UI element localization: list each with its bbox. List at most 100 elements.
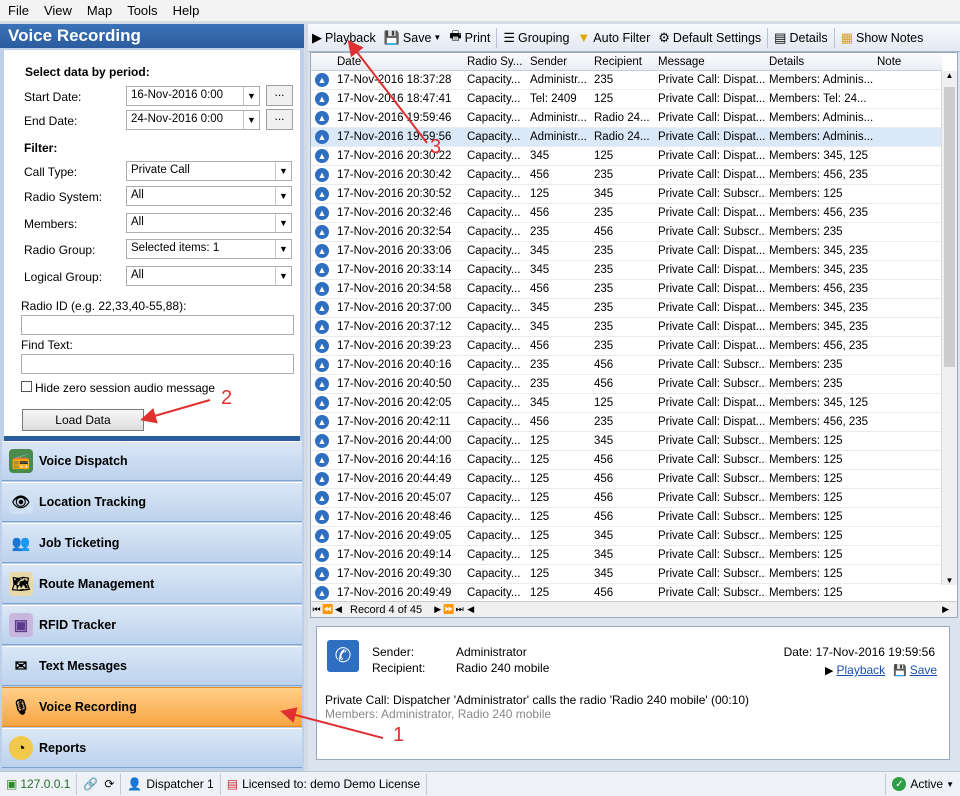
chevron-down-icon[interactable]: ▼ [243, 87, 259, 105]
column-header-sender[interactable]: Sender [530, 56, 567, 68]
end-date-ellipsis-button[interactable]: ... [266, 109, 293, 130]
table-row[interactable]: ▲ 17-Nov-2016 20:42:11 Capacity... 456 235 Pr… [311, 413, 942, 432]
chevron-down-icon[interactable]: ▼ [275, 240, 291, 258]
load-data-button[interactable]: Load Data [22, 409, 144, 431]
column-header-recipient[interactable]: Recipient [594, 56, 642, 68]
network-status[interactable]: 🔗 ⟳ [77, 773, 122, 795]
table-row[interactable]: ▲ 17-Nov-2016 20:42:05 Capacity... 345 125 Pr… [311, 394, 942, 413]
table-row[interactable]: ▲ 17-Nov-2016 20:37:00 Capacity... 345 235 Pr… [311, 299, 942, 318]
scroll-left-icon[interactable]: ◀ [465, 604, 476, 615]
scrollbar-thumb[interactable] [944, 87, 955, 367]
table-row[interactable]: ▲ 17-Nov-2016 20:40:16 Capacity... 235 456 Pr… [311, 356, 942, 375]
previous-page-icon[interactable]: ⏪ [322, 604, 333, 615]
nav-voice-dispatch[interactable]: 📻 Voice Dispatch [2, 441, 302, 481]
table-row[interactable]: ▲ 17-Nov-2016 19:59:46 Capacity... Administ… [311, 109, 942, 128]
table-row[interactable]: ▲ 17-Nov-2016 18:47:41 Capacity... Tel: 240… [311, 90, 942, 109]
column-header-message[interactable]: Message [658, 56, 705, 68]
table-row[interactable]: ▲ 17-Nov-2016 20:44:16 Capacity... 125 456 Pr… [311, 451, 942, 470]
table-row[interactable]: ▲ 17-Nov-2016 20:49:14 Capacity... 125 345 Pr… [311, 546, 942, 565]
start-date-ellipsis-button[interactable]: ... [266, 85, 293, 106]
active-status[interactable]: ✓ Active ▼ [885, 773, 960, 795]
end-date-picker[interactable]: 24-Nov-2016 0:00 ▼ [126, 110, 260, 130]
table-row[interactable]: ▲ 17-Nov-2016 20:32:54 Capacity... 235 456 Pr… [311, 223, 942, 242]
table-row[interactable]: ▲ 17-Nov-2016 20:30:22 Capacity... 345 125 Pr… [311, 147, 942, 166]
chevron-down-icon[interactable]: ▼ [275, 187, 291, 205]
next-record-icon[interactable]: ▶ [432, 604, 443, 615]
table-row[interactable]: ▲ 17-Nov-2016 20:34:58 Capacity... 456 235 Pr… [311, 280, 942, 299]
column-header-details[interactable]: Details [769, 56, 804, 68]
nav-route-management[interactable]: 🗺 Route Management [2, 564, 302, 604]
radio-system-select[interactable]: All ▼ [126, 186, 292, 206]
logical-group-select[interactable]: All ▼ [126, 266, 292, 286]
menu-file[interactable]: File [0, 3, 36, 18]
chevron-down-icon[interactable]: ▼ [275, 214, 291, 232]
table-cell: Members: 125 [769, 511, 843, 523]
show-notes-button[interactable]: ▦ Show Notes [837, 26, 928, 50]
call-type-icon: ▲ [315, 567, 329, 581]
vertical-scrollbar[interactable]: ▲ ▼ [941, 71, 957, 585]
radio-group-select[interactable]: Selected items: 1 ▼ [126, 239, 292, 259]
table-cell: Members: 125 [769, 435, 843, 447]
nav-voice-recording[interactable]: 🎙 Voice Recording [2, 687, 302, 727]
column-header-date[interactable]: Date [337, 56, 361, 68]
auto-filter-button[interactable]: ▼ Auto Filter [573, 26, 654, 50]
table-row[interactable]: ▲ 17-Nov-2016 20:45:07 Capacity... 125 456 Pr… [311, 489, 942, 508]
playback-button[interactable]: ▶ Playback [308, 26, 380, 50]
column-header-radio-system[interactable]: Radio Sy... [467, 56, 525, 68]
table-row[interactable]: ▲ 17-Nov-2016 20:32:46 Capacity... 456 235 Pr… [311, 204, 942, 223]
user-status[interactable]: 👤 Dispatcher 1 [121, 773, 221, 795]
grouping-button[interactable]: ☰ Grouping [499, 26, 573, 50]
hide-zero-checkbox[interactable] [21, 381, 32, 392]
nav-reports[interactable]: ◔ Reports [2, 728, 302, 768]
menu-view[interactable]: View [36, 3, 79, 18]
menu-tools[interactable]: Tools [119, 3, 164, 18]
table-row[interactable]: ▲ 17-Nov-2016 20:33:14 Capacity... 345 235 Pr… [311, 261, 942, 280]
scroll-up-icon[interactable]: ▲ [942, 71, 957, 80]
menu-map[interactable]: Map [79, 3, 119, 18]
scroll-down-icon[interactable]: ▼ [942, 576, 957, 585]
table-row[interactable]: ▲ 17-Nov-2016 20:40:50 Capacity... 235 456 Pr… [311, 375, 942, 394]
table-row[interactable]: ▲ 17-Nov-2016 19:59:56 Capacity... Administ… [311, 128, 942, 147]
first-record-icon[interactable]: ⏮ [311, 604, 322, 615]
default-settings-button[interactable]: ⚙ Default Settings [654, 26, 765, 50]
nav-location-tracking[interactable]: 👁 Location Tracking [2, 482, 302, 522]
members-select[interactable]: All ▼ [126, 213, 292, 233]
scroll-right-icon[interactable]: ▶ [942, 604, 949, 615]
detail-save-link[interactable]: 💾 Save [893, 663, 937, 677]
table-cell: Capacity... [467, 93, 521, 105]
radio-id-input[interactable] [21, 315, 294, 335]
table-row[interactable]: ▲ 17-Nov-2016 20:30:42 Capacity... 456 235 Pr… [311, 166, 942, 185]
table-row[interactable]: ▲ 17-Nov-2016 18:37:28 Capacity... Administ… [311, 71, 942, 90]
table-row[interactable]: ▲ 17-Nov-2016 20:48:46 Capacity... 125 456 Pr… [311, 508, 942, 527]
table-row[interactable]: ▲ 17-Nov-2016 20:49:05 Capacity... 125 345 Pr… [311, 527, 942, 546]
table-cell: 17-Nov-2016 20:32:54 [337, 226, 452, 238]
details-button[interactable]: ▤ Details [770, 26, 832, 50]
nav-text-messages[interactable]: ✉ Text Messages [2, 646, 302, 686]
print-button[interactable]: 🖶 Print [445, 26, 494, 50]
table-row[interactable]: ▲ 17-Nov-2016 20:37:12 Capacity... 345 235 Pr… [311, 318, 942, 337]
people-icon: 👥 [11, 535, 31, 552]
detail-playback-link[interactable]: ▶ Playback [825, 663, 885, 677]
table-row[interactable]: ▲ 17-Nov-2016 20:39:23 Capacity... 456 235 Pr… [311, 337, 942, 356]
chevron-down-icon[interactable]: ▼ [275, 162, 291, 180]
chevron-down-icon[interactable]: ▼ [275, 267, 291, 285]
table-row[interactable]: ▲ 17-Nov-2016 20:44:00 Capacity... 125 345 Pr… [311, 432, 942, 451]
call-type-select[interactable]: Private Call ▼ [126, 161, 292, 181]
table-row[interactable]: ▲ 17-Nov-2016 20:49:30 Capacity... 125 345 Pr… [311, 565, 942, 584]
table-row[interactable]: ▲ 17-Nov-2016 20:44:49 Capacity... 125 456 Pr… [311, 470, 942, 489]
table-cell: Capacity... [467, 188, 521, 200]
table-row[interactable]: ▲ 17-Nov-2016 20:30:52 Capacity... 125 345 Pr… [311, 185, 942, 204]
nav-job-ticketing[interactable]: 👥 Job Ticketing [2, 523, 302, 563]
previous-record-icon[interactable]: ◀ [333, 604, 344, 615]
nav-rfid-tracker[interactable]: ▣ RFID Tracker [2, 605, 302, 645]
next-page-icon[interactable]: ⏩ [443, 604, 454, 615]
column-header-note[interactable]: Note [877, 56, 901, 68]
menu-help[interactable]: Help [165, 3, 207, 18]
save-button[interactable]: 💾 Save ▼ [380, 26, 446, 50]
table-row[interactable]: ▲ 17-Nov-2016 20:33:06 Capacity... 345 235 Pr… [311, 242, 942, 261]
find-text-input[interactable] [21, 354, 294, 374]
chevron-down-icon[interactable]: ▼ [243, 111, 259, 129]
start-date-label: Start Date: [24, 90, 82, 104]
last-record-icon[interactable]: ⏭ [454, 604, 465, 615]
start-date-picker[interactable]: 16-Nov-2016 0:00 ▼ [126, 86, 260, 106]
